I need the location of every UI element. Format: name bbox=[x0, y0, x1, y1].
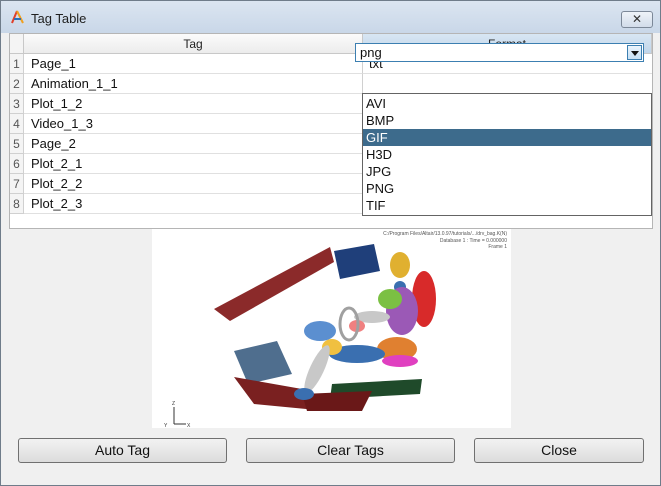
column-header-tag[interactable]: Tag bbox=[24, 34, 363, 54]
dummy-head bbox=[390, 252, 410, 278]
tag-cell[interactable]: Page_2 bbox=[24, 134, 363, 154]
dropdown-option-jpg[interactable]: JPG bbox=[363, 163, 651, 180]
airbag bbox=[304, 321, 336, 341]
dropdown-option-gif[interactable]: GIF bbox=[363, 129, 651, 146]
close-button[interactable]: Close bbox=[474, 438, 644, 463]
format-combobox[interactable]: png bbox=[355, 43, 644, 62]
close-window-button[interactable]: ✕ bbox=[621, 11, 653, 28]
format-cell[interactable] bbox=[363, 74, 652, 94]
row-number: 5 bbox=[10, 134, 24, 154]
preview-path-text: C:/Program Files/Altair/13.0.97/tutorial… bbox=[383, 231, 507, 237]
clear-tags-button[interactable]: Clear Tags bbox=[246, 438, 455, 463]
title-bar[interactable]: Tag Table ✕ bbox=[1, 1, 660, 33]
app-logo-icon bbox=[11, 10, 24, 24]
dropdown-option-h3d[interactable]: H3D bbox=[363, 146, 651, 163]
preview-image: C:/Program Files/Altair/13.0.97/tutorial… bbox=[152, 229, 511, 428]
dropdown-option-tif[interactable]: TIF bbox=[363, 197, 651, 214]
dummy-foot bbox=[294, 388, 314, 400]
tag-cell[interactable]: Plot_1_2 bbox=[24, 94, 363, 114]
dropdown-option-png[interactable]: PNG bbox=[363, 180, 651, 197]
dummy-purple-leg bbox=[382, 355, 418, 367]
tag-cell[interactable]: Animation_1_1 bbox=[24, 74, 363, 94]
format-combobox-value: png bbox=[360, 45, 382, 60]
row-number-header bbox=[10, 34, 24, 54]
tag-table-window: Tag Table ✕ Tag Format 1 Page_1 txt 2 An… bbox=[0, 0, 661, 486]
format-dropdown-list: AVI BMP GIF H3D JPG PNG TIF bbox=[362, 93, 652, 216]
dropdown-option-bmp[interactable]: BMP bbox=[363, 112, 651, 129]
tag-cell[interactable]: Plot_2_1 bbox=[24, 154, 363, 174]
window-title: Tag Table bbox=[31, 11, 87, 26]
table-row[interactable]: 2 Animation_1_1 bbox=[10, 74, 652, 94]
chevron-down-icon[interactable] bbox=[627, 45, 642, 60]
axis-z-label: Z bbox=[172, 401, 175, 407]
row-number: 2 bbox=[10, 74, 24, 94]
tag-cell[interactable]: Video_1_3 bbox=[24, 114, 363, 134]
tag-cell[interactable]: Plot_2_3 bbox=[24, 194, 363, 214]
auto-tag-button[interactable]: Auto Tag bbox=[18, 438, 227, 463]
preview-info-line-2: Frame 1 bbox=[488, 244, 507, 250]
row-number: 7 bbox=[10, 174, 24, 194]
dropdown-option-avi[interactable]: AVI bbox=[363, 95, 651, 112]
tag-cell[interactable]: Plot_2_2 bbox=[24, 174, 363, 194]
row-number: 8 bbox=[10, 194, 24, 214]
row-number: 4 bbox=[10, 114, 24, 134]
row-number: 1 bbox=[10, 54, 24, 74]
row-number: 6 bbox=[10, 154, 24, 174]
row-number: 3 bbox=[10, 94, 24, 114]
dummy-chest bbox=[378, 289, 402, 309]
tag-cell[interactable]: Page_1 bbox=[24, 54, 363, 74]
